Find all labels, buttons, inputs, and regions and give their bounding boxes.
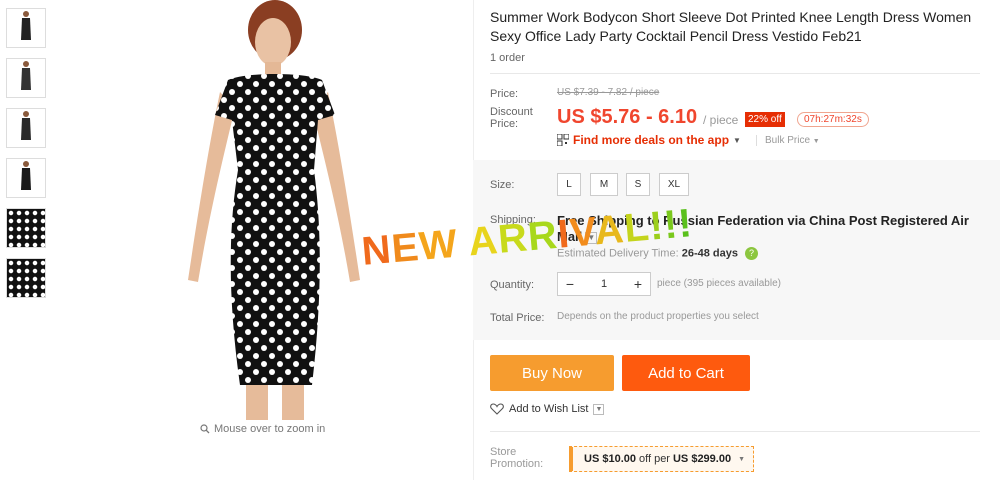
buy-now-button[interactable]: Buy Now <box>490 355 614 391</box>
help-icon[interactable]: ? <box>745 247 759 260</box>
caret-down-icon: ▼ <box>738 455 746 463</box>
overlay-letter: E <box>389 224 422 272</box>
overlay-letter: R <box>526 212 560 260</box>
zoom-hint-text: Mouse over to zoom in <box>214 423 326 435</box>
overlay-letter: R <box>496 215 530 262</box>
quantity-stepper: − 1 + <box>557 272 651 296</box>
store-promotion-label: Store Promotion: <box>490 446 543 470</box>
separator <box>756 135 757 146</box>
zoom-hint: Mouse over to zoom in <box>200 423 325 435</box>
heart-icon <box>490 403 504 415</box>
quantity-input[interactable]: 1 <box>582 278 626 290</box>
original-price: US $7.39 - 7.82 / piece <box>557 87 660 98</box>
overlay-letter: A <box>592 207 627 254</box>
magnifier-icon <box>200 424 210 434</box>
product-main-image[interactable] <box>60 0 470 420</box>
total-price-value: Depends on the product properties you se… <box>557 311 759 322</box>
divider <box>490 431 980 432</box>
promo-middle: off per <box>638 453 670 465</box>
thumbnail-1[interactable] <box>6 8 46 48</box>
total-price-label: Total Price: <box>490 312 545 324</box>
quantity-label: Quantity: <box>490 279 535 291</box>
product-title: Summer Work Bodycon Short Sleeve Dot Pri… <box>490 9 972 44</box>
price-label: Price: <box>490 88 519 100</box>
discount-label-line2: Price: <box>490 118 519 130</box>
app-deals-text: Find more deals on the app <box>573 133 730 147</box>
size-label: Size: <box>490 179 515 191</box>
discount-badge: 22% off <box>745 112 785 127</box>
qr-code-icon <box>557 134 569 146</box>
divider <box>490 73 980 74</box>
thumbnail-3[interactable] <box>6 108 46 148</box>
order-count: 1 order <box>490 52 525 64</box>
overlay-letter: W <box>417 221 460 269</box>
bulk-price-dropdown[interactable]: Bulk Price ▼ <box>765 135 820 146</box>
quantity-decrease-button[interactable]: − <box>558 276 582 292</box>
thumbnail-4[interactable] <box>6 158 46 198</box>
size-option-xl[interactable]: XL <box>659 173 689 196</box>
size-option-s[interactable]: S <box>626 173 650 196</box>
overlay-letter: A <box>466 218 501 265</box>
price-unit: / piece <box>703 113 739 127</box>
app-deals-link[interactable]: Find more deals on the app ▼ <box>557 133 741 147</box>
discount-label-line1: Discount <box>490 106 533 118</box>
delivery-value: 26-48 days <box>681 247 738 260</box>
promo-threshold: US $299.00 <box>672 453 732 465</box>
overlay-letter: N <box>360 227 394 274</box>
store-promotion-coupon[interactable]: US $10.00 off per US $299.00 ▼ <box>569 446 755 472</box>
thumbnail-2[interactable] <box>6 58 46 98</box>
promo-amount: US $10.00 <box>584 453 636 465</box>
bulk-price-text: Bulk Price <box>765 135 811 146</box>
chevron-down-icon[interactable]: ▼ <box>593 403 605 415</box>
quantity-available: piece (395 pieces available) <box>657 278 781 289</box>
overlay-letter: V <box>567 209 597 256</box>
thumbnail-5[interactable] <box>6 208 46 248</box>
wishlist-text: Add to Wish List <box>509 403 589 415</box>
store-promotion-label-line1: Store <box>490 446 517 458</box>
thumbnail-strip <box>6 8 48 308</box>
size-option-l[interactable]: L <box>557 173 581 196</box>
caret-down-icon: ▼ <box>733 135 741 145</box>
caret-down-icon: ▼ <box>812 138 820 145</box>
discount-price: US $5.76 - 6.10 <box>557 106 698 128</box>
quantity-increase-button[interactable]: + <box>626 276 650 292</box>
store-promotion-label-line2: Promotion: <box>490 458 544 470</box>
add-to-wishlist[interactable]: Add to Wish List ▼ <box>490 403 605 415</box>
size-option-m[interactable]: M <box>590 173 618 196</box>
thumbnail-6[interactable] <box>6 258 46 298</box>
add-to-cart-button[interactable]: Add to Cart <box>622 355 750 391</box>
overlay-letter: L <box>622 204 652 251</box>
countdown-timer: 07h:27m:32s <box>797 112 869 127</box>
